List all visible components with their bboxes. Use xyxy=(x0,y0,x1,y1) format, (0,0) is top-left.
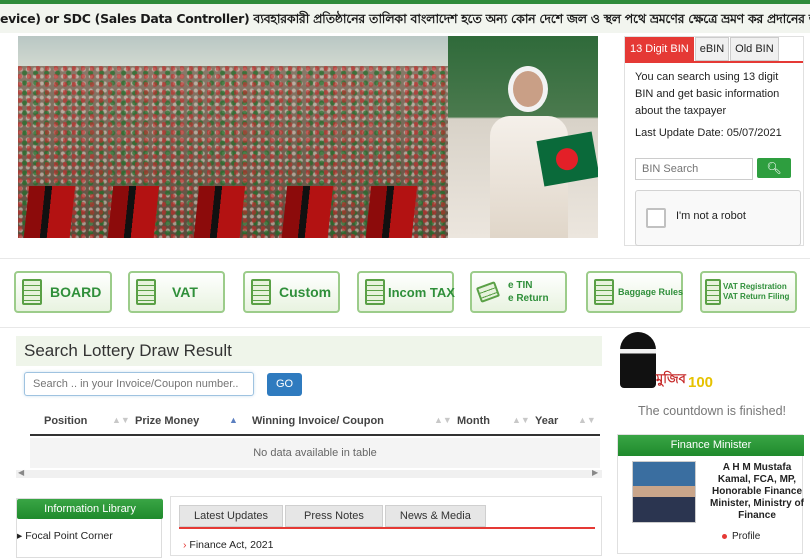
finance-minister-panel: Finance Minister A H M Mustafa Kamal, FC… xyxy=(617,434,804,554)
bin-search-input[interactable] xyxy=(635,158,753,180)
updates-tabs: Latest Updates Press Notes News & Media xyxy=(179,505,488,527)
lottery-table-header: Position ▲▼ Prize Money ▲ Winning Invoic… xyxy=(30,408,600,436)
recaptcha-checkbox[interactable] xyxy=(646,208,666,228)
custom-button[interactable]: Custom xyxy=(243,271,340,313)
tab-latest-updates[interactable]: Latest Updates xyxy=(179,505,283,527)
bin-search-button[interactable]: 🔍︎ xyxy=(757,158,791,178)
finance-minister-name: A H M Mustafa Kamal, FCA, MP, Honorable … xyxy=(710,462,804,521)
updates-tab-underline xyxy=(179,527,595,529)
bin-tabs: 13 Digit BIN eBIN Old BIN xyxy=(625,37,803,61)
tab-news-media[interactable]: News & Media xyxy=(384,505,486,527)
sort-icon: ▲▼ xyxy=(578,415,596,425)
profile-link[interactable]: Profile xyxy=(722,531,760,542)
lottery-title: Search Lottery Draw Result xyxy=(16,336,602,366)
mujib-logo-number: 100 xyxy=(688,374,714,391)
etin-ereturn-button[interactable]: e TIN e Return xyxy=(470,271,567,313)
document-icon xyxy=(705,279,721,305)
column-header-position[interactable]: Position xyxy=(44,415,87,427)
sort-icon: ▲▼ xyxy=(512,415,530,425)
column-header-winning-invoice[interactable]: Winning Invoice/ Coupon xyxy=(252,415,384,427)
service-buttons-row: BOARD VAT Custom Incom TAX e TIN e Retur… xyxy=(0,258,810,328)
profile-link-label[interactable]: Profile xyxy=(732,531,760,542)
baggage-rules-label: Baggage Rules xyxy=(618,286,684,297)
recaptcha-label: I'm not a robot xyxy=(676,210,746,222)
bin-description: You can search using 13 digit BIN and ge… xyxy=(635,71,780,117)
scroll-right-icon[interactable]: ▶ xyxy=(592,468,598,477)
custom-label: Custom xyxy=(279,283,332,300)
news-ticker: evice) or SDC (Sales Data Controller) ব্… xyxy=(0,0,810,33)
tab-13-digit-bin[interactable]: 13 Digit BIN xyxy=(625,37,694,61)
vat-registration-button[interactable]: VAT Registration VAT Return Filing xyxy=(700,271,797,313)
banner-flag-stripe xyxy=(106,186,160,238)
bullet-icon xyxy=(722,534,727,539)
bin-last-update: Last Update Date: 05/07/2021 xyxy=(635,127,782,139)
tab-press-notes[interactable]: Press Notes xyxy=(285,505,383,527)
search-icon: 🔍︎ xyxy=(766,161,782,175)
mujib-logo-text: মুজিব xyxy=(656,372,686,387)
column-header-month[interactable]: Month xyxy=(457,415,490,427)
board-button[interactable]: BOARD xyxy=(14,271,112,313)
hero-banner-image xyxy=(18,36,598,238)
information-library: Information Library ▸ Focal Point Corner xyxy=(16,498,163,558)
information-library-title: Information Library xyxy=(17,499,163,519)
bin-search-row: 🔍︎ xyxy=(635,158,791,180)
updates-panel: Latest Updates Press Notes News & Media … xyxy=(170,496,602,556)
mujib-portrait-icon xyxy=(620,332,656,388)
table-horizontal-scrollbar[interactable]: ◀ ▶ xyxy=(16,468,602,478)
banner-flag-stripe xyxy=(192,186,246,238)
document-icon xyxy=(251,279,271,305)
baggage-rules-button[interactable]: Baggage Rules xyxy=(586,271,683,313)
income-tax-label: Incom TAX xyxy=(388,284,455,300)
column-header-prize-money[interactable]: Prize Money xyxy=(135,415,199,427)
banner-person-head xyxy=(508,66,548,112)
income-tax-button[interactable]: Incom TAX xyxy=(357,271,455,313)
etin-ereturn-label: e TIN e Return xyxy=(508,280,549,304)
sort-icon: ▲▼ xyxy=(434,415,452,425)
board-label: BOARD xyxy=(50,283,102,300)
finance-act-link[interactable]: Finance Act, 2021 xyxy=(189,539,273,551)
banner-person-panel xyxy=(448,36,598,238)
banner-flag-stripe xyxy=(22,186,76,238)
table-empty-row: No data available in table xyxy=(30,438,600,468)
ticker-text[interactable]: evice) or SDC (Sales Data Controller) ব্… xyxy=(0,11,810,31)
document-icon xyxy=(22,279,42,305)
vat-label: VAT xyxy=(172,283,198,300)
go-button[interactable]: GO xyxy=(267,373,302,396)
tab-old-bin[interactable]: Old BIN xyxy=(730,37,779,61)
list-item[interactable]: ▸ Focal Point Corner xyxy=(17,530,113,542)
focal-point-corner-link[interactable]: Focal Point Corner xyxy=(25,530,113,542)
list-item[interactable]: › Finance Act, 2021 xyxy=(183,539,273,551)
finance-minister-photo xyxy=(632,461,696,523)
lottery-search-input[interactable] xyxy=(24,372,254,396)
recaptcha-widget: I'm not a robot xyxy=(635,190,801,246)
column-header-year[interactable]: Year xyxy=(535,415,558,427)
scroll-left-icon[interactable]: ◀ xyxy=(18,468,24,477)
countdown-text: The countdown is finished! xyxy=(638,404,787,418)
bin-search-panel: 13 Digit BIN eBIN Old BIN You can search… xyxy=(624,36,804,246)
vat-registration-label: VAT Registration VAT Return Filing xyxy=(723,282,790,301)
tab-ebin[interactable]: eBIN xyxy=(694,37,730,61)
banner-flag-stripe xyxy=(280,186,334,238)
document-icon xyxy=(594,279,614,305)
document-icon xyxy=(365,279,385,305)
document-icon xyxy=(136,279,156,305)
finance-minister-title: Finance Minister xyxy=(618,435,804,456)
chevron-right-icon: › xyxy=(183,539,187,551)
banner-flag-stripe xyxy=(364,186,418,238)
chevron-right-icon: ▸ xyxy=(17,530,23,542)
card-icon xyxy=(475,281,501,303)
sort-icon: ▲▼ xyxy=(112,415,130,425)
bangladesh-flag-icon xyxy=(536,131,598,187)
vat-button[interactable]: VAT xyxy=(128,271,225,313)
lottery-search-section: Search Lottery Draw Result GO Position ▲… xyxy=(16,336,602,482)
mujib-100-logo[interactable]: মুজিব 100 xyxy=(616,330,716,398)
sort-asc-icon: ▲ xyxy=(229,415,238,425)
